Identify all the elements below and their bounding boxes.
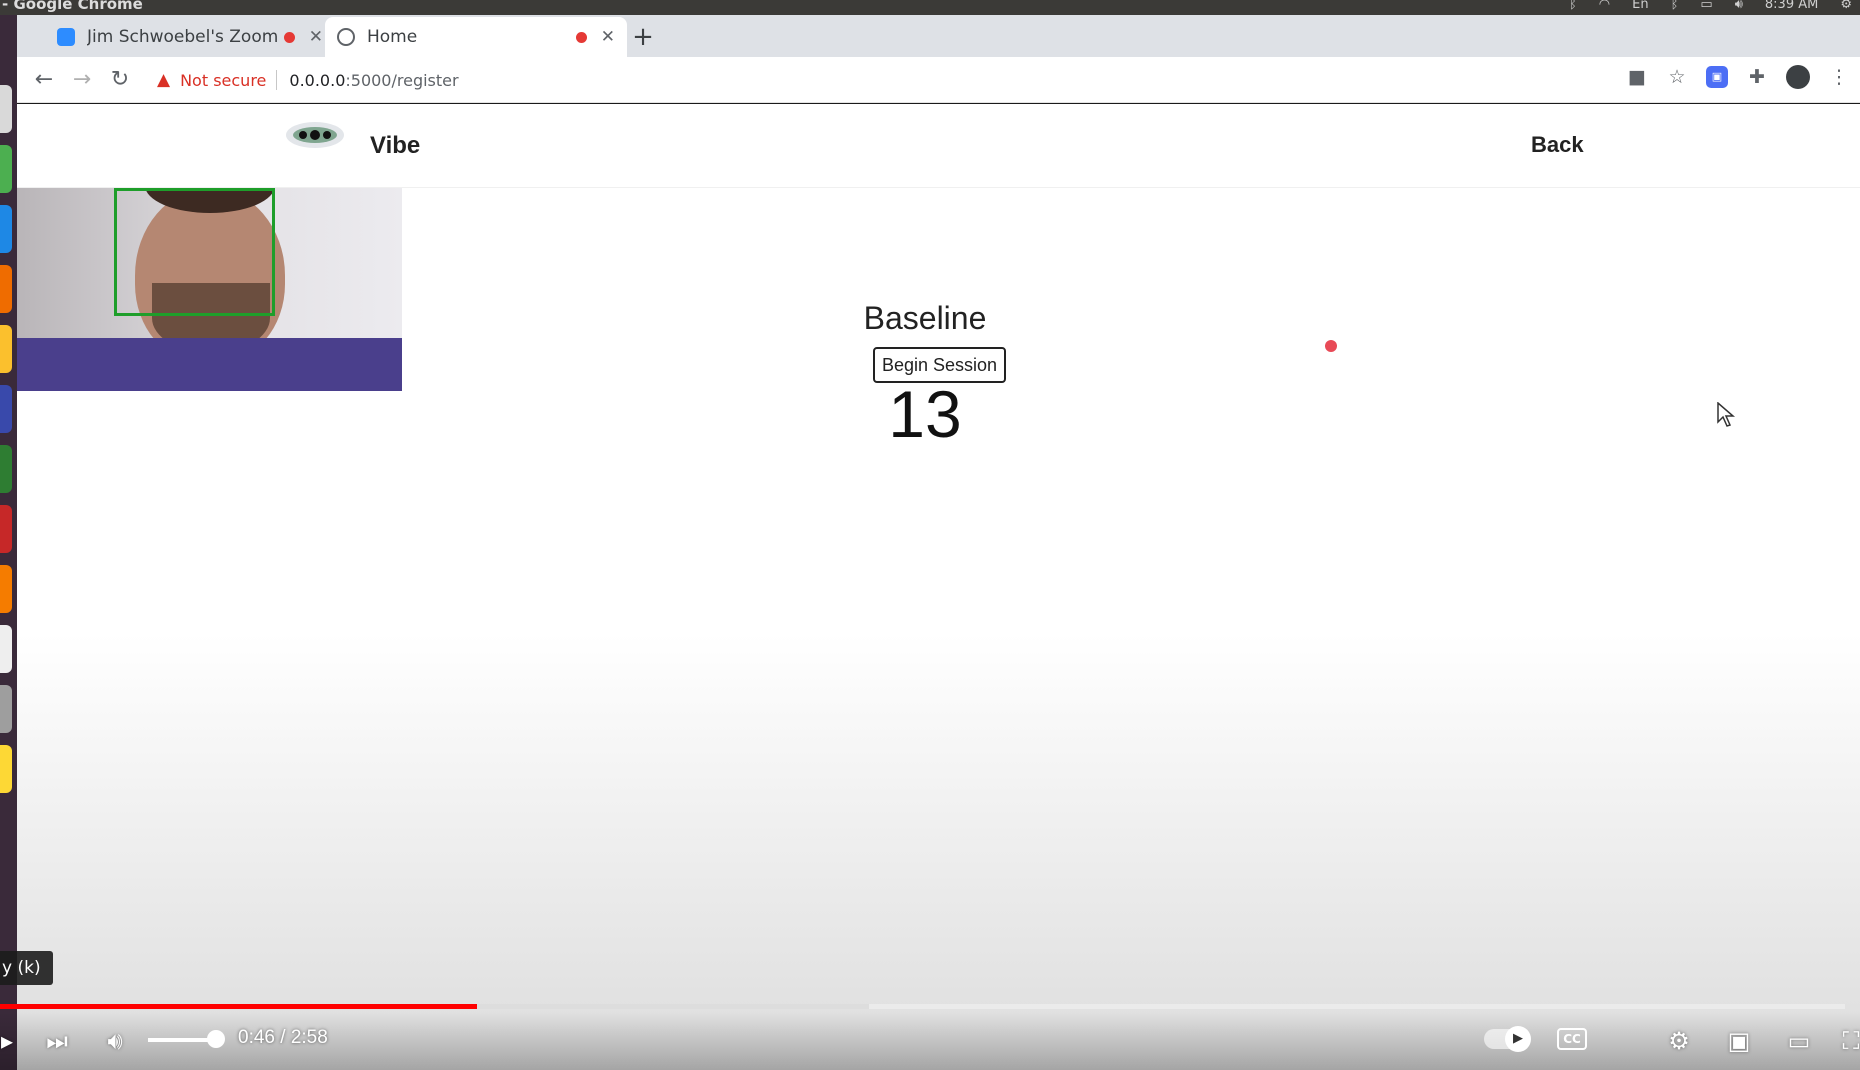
back-arrow-icon[interactable]: ←: [29, 65, 59, 95]
camera-in-use-icon[interactable]: ■: [1626, 66, 1648, 88]
webcam-preview: [17, 188, 402, 391]
dock-app-icon[interactable]: [0, 325, 12, 373]
globe-favicon-icon: [337, 28, 355, 46]
dock-app-icon[interactable]: [0, 445, 12, 493]
face-detection-box: [114, 188, 275, 316]
bookmark-star-icon[interactable]: ☆: [1666, 66, 1688, 88]
browser-tab-strip: Jim Schwoebel's Zoom ✕ Home ✕ +: [17, 15, 1860, 57]
mouse-cursor-icon: [1717, 402, 1736, 427]
os-tray: ᛒ ◠ En ᛒ ▭ 🔊︎ 8:39 AM ⚙: [1569, 0, 1852, 11]
os-clock[interactable]: 8:39 AM: [1765, 0, 1818, 11]
volume-speaker-icon[interactable]: 🔊︎: [98, 1024, 132, 1058]
fullscreen-icon[interactable]: ⛶: [1842, 1024, 1860, 1058]
close-tab-icon[interactable]: ✕: [601, 27, 615, 47]
screen: - Google Chrome ᛒ ◠ En ᛒ ▭ 🔊︎ 8:39 AM ⚙ …: [0, 0, 1860, 1070]
os-dock: [0, 15, 17, 1070]
progress-bar[interactable]: [0, 1004, 1845, 1009]
tab-title: Jim Schwoebel's Zoom: [87, 27, 278, 47]
keyboard-language-indicator[interactable]: En: [1632, 0, 1648, 11]
menu-kebab-icon[interactable]: ⋮: [1828, 66, 1850, 88]
dock-app-icon[interactable]: [0, 385, 12, 433]
bluetooth-secondary-icon[interactable]: ᛒ: [1671, 0, 1679, 11]
zoom-favicon-icon: [57, 28, 75, 46]
tab-home[interactable]: Home ✕: [325, 17, 627, 57]
reload-icon[interactable]: ↻: [105, 65, 135, 95]
vibe-logo-icon[interactable]: [285, 120, 345, 150]
omnibox-divider: [276, 70, 278, 90]
miniplayer-icon[interactable]: ▣: [1722, 1024, 1756, 1058]
countdown-number: 13: [888, 377, 962, 451]
tab-title: Home: [367, 27, 418, 47]
dock-app-icon[interactable]: [0, 745, 12, 793]
webcam-shirt: [17, 338, 402, 391]
zoom-extension-icon[interactable]: ▣: [1706, 66, 1728, 88]
gaze-target-dot: [1325, 340, 1337, 352]
brand-name[interactable]: Vibe: [370, 132, 420, 160]
settings-gear-icon[interactable]: ⚙: [1662, 1024, 1696, 1058]
browser-toolbar: ← → ↻ ▲ Not secure 0.0.0.0 :5000/registe…: [17, 57, 1860, 103]
dock-app-icon[interactable]: [0, 265, 12, 313]
os-top-bar: - Google Chrome ᛒ ◠ En ᛒ ▭ 🔊︎ 8:39 AM ⚙: [0, 0, 1860, 15]
site-header: Vibe Back: [17, 104, 1860, 188]
os-app-title: - Google Chrome: [2, 0, 143, 13]
forward-arrow-icon[interactable]: →: [67, 65, 97, 95]
dock-app-icon[interactable]: [0, 205, 12, 253]
close-tab-icon[interactable]: ✕: [309, 27, 323, 47]
security-label[interactable]: Not secure: [180, 71, 266, 90]
player-tooltip: y (k): [0, 951, 53, 985]
url-path[interactable]: :5000/register: [345, 71, 458, 90]
dock-app-icon[interactable]: [0, 505, 12, 553]
progress-played: [0, 1004, 477, 1009]
dock-app-icon[interactable]: [0, 625, 12, 673]
volume-slider-handle[interactable]: [207, 1030, 225, 1048]
profile-avatar-icon[interactable]: [1786, 65, 1810, 89]
wifi-icon[interactable]: ◠: [1599, 0, 1610, 11]
play-icon[interactable]: ▸: [0, 1024, 14, 1058]
recording-indicator-icon: [575, 31, 587, 43]
autoplay-play-icon[interactable]: ▶: [1505, 1026, 1531, 1052]
toolbar-actions: ■ ☆ ▣ ✚ ⋮: [1626, 65, 1850, 89]
recording-indicator-icon: [283, 31, 295, 43]
extensions-puzzle-icon[interactable]: ✚: [1746, 66, 1768, 88]
page-viewport: Vibe Back Baseline Begin Session 13: [17, 104, 1860, 1070]
dock-app-icon[interactable]: [0, 145, 12, 193]
warning-icon[interactable]: ▲: [157, 70, 170, 90]
tab-zoom[interactable]: Jim Schwoebel's Zoom ✕: [45, 17, 335, 57]
dock-files-icon[interactable]: [0, 85, 12, 133]
bluetooth-icon[interactable]: ᛒ: [1569, 0, 1577, 11]
next-video-icon[interactable]: ⏭: [40, 1024, 74, 1058]
theater-mode-icon[interactable]: ▭: [1782, 1024, 1816, 1058]
back-link[interactable]: Back: [1531, 132, 1584, 158]
dock-app-icon[interactable]: [0, 565, 12, 613]
page-title: Baseline: [863, 300, 987, 336]
url-host[interactable]: 0.0.0.0: [289, 71, 345, 90]
volume-icon[interactable]: 🔊︎: [1735, 0, 1743, 11]
dock-app-icon[interactable]: [0, 685, 12, 733]
new-tab-button[interactable]: +: [627, 22, 659, 54]
captions-button[interactable]: CC: [1557, 1028, 1587, 1050]
time-display: 0:46 / 2:58: [238, 1027, 328, 1048]
battery-icon[interactable]: ▭: [1700, 0, 1712, 11]
settings-gear-icon[interactable]: ⚙: [1840, 0, 1852, 11]
address-bar[interactable]: ▲ Not secure 0.0.0.0 :5000/register: [157, 62, 1597, 98]
